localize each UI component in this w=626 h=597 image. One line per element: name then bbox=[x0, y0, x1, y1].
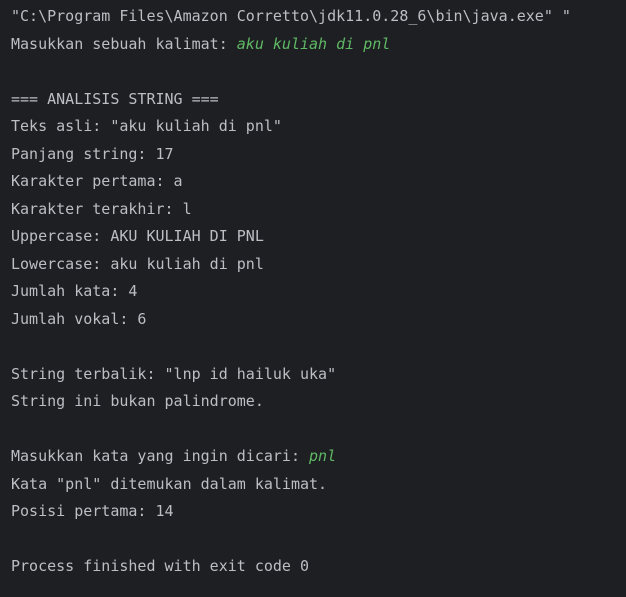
console-line-lowercase: Lowercase: aku kuliah di pnl bbox=[11, 251, 626, 279]
console-line-vowel-count: Jumlah vokal: 6 bbox=[11, 306, 626, 334]
section-header: === ANALISIS STRING === bbox=[11, 89, 219, 108]
console-line-blank bbox=[11, 526, 626, 554]
console-line-command: "C:\Program Files\Amazon Corretto\jdk11.… bbox=[11, 3, 626, 31]
console-line-first-char: Karakter pertama: a bbox=[11, 168, 626, 196]
prompt-text: Masukkan sebuah kalimat: bbox=[11, 34, 237, 53]
console-line-uppercase: Uppercase: AKU KULIAH DI PNL bbox=[11, 223, 626, 251]
console-output-panel[interactable]: "C:\Program Files\Amazon Corretto\jdk11.… bbox=[0, 0, 626, 597]
console-line-blank bbox=[11, 333, 626, 361]
console-line-palindrome: String ini bukan palindrome. bbox=[11, 388, 626, 416]
prompt-text: Masukkan kata yang ingin dicari: bbox=[11, 447, 310, 465]
console-line-last-char: Karakter terakhir: l bbox=[11, 196, 626, 224]
console-line-length: Panjang string: 17 bbox=[11, 141, 626, 169]
console-lines: "C:\Program Files\Amazon Corretto\jdk11.… bbox=[11, 3, 626, 581]
output-text: String ini bukan palindrome. bbox=[11, 392, 264, 410]
output-text: Karakter terakhir: l bbox=[11, 199, 192, 218]
output-text: Jumlah vokal: 6 bbox=[11, 309, 147, 328]
user-input-sentence: aku kuliah di pnl bbox=[236, 34, 391, 53]
console-line-exit: Process finished with exit code 0 bbox=[11, 553, 626, 581]
output-text: Posisi pertama: 14 bbox=[11, 502, 174, 520]
command-text: "C:\Program Files\Amazon Corretto\jdk11.… bbox=[11, 7, 571, 25]
console-line-found: Kata "pnl" ditemukan dalam kalimat. bbox=[11, 471, 626, 499]
output-text: Teks asli: "aku kuliah di pnl" bbox=[11, 117, 282, 135]
output-text: Kata "pnl" ditemukan dalam kalimat. bbox=[11, 474, 328, 493]
console-line-reversed: String terbalik: "lnp id hailuk uka" bbox=[11, 361, 626, 389]
output-text: String terbalik: "lnp id hailuk uka" bbox=[11, 364, 337, 383]
console-line-original-text: Teks asli: "aku kuliah di pnl" bbox=[11, 113, 626, 141]
console-line-header: === ANALISIS STRING === bbox=[11, 86, 626, 114]
output-text: Uppercase: AKU KULIAH DI PNL bbox=[11, 227, 264, 245]
console-line-prompt-sentence: Masukkan sebuah kalimat: aku kuliah di p… bbox=[11, 31, 626, 59]
console-line-prompt-search: Masukkan kata yang ingin dicari: pnl bbox=[11, 443, 626, 471]
output-text: Jumlah kata: 4 bbox=[11, 282, 138, 300]
output-text: Panjang string: 17 bbox=[11, 144, 174, 163]
console-line-blank bbox=[11, 416, 626, 444]
console-line-blank bbox=[11, 58, 626, 86]
output-text: Lowercase: aku kuliah di pnl bbox=[11, 254, 264, 273]
output-text: Karakter pertama: a bbox=[11, 172, 183, 190]
exit-status-text: Process finished with exit code 0 bbox=[11, 557, 310, 575]
console-line-position: Posisi pertama: 14 bbox=[11, 498, 626, 526]
user-input-search: pnl bbox=[309, 447, 337, 465]
console-line-word-count: Jumlah kata: 4 bbox=[11, 278, 626, 306]
